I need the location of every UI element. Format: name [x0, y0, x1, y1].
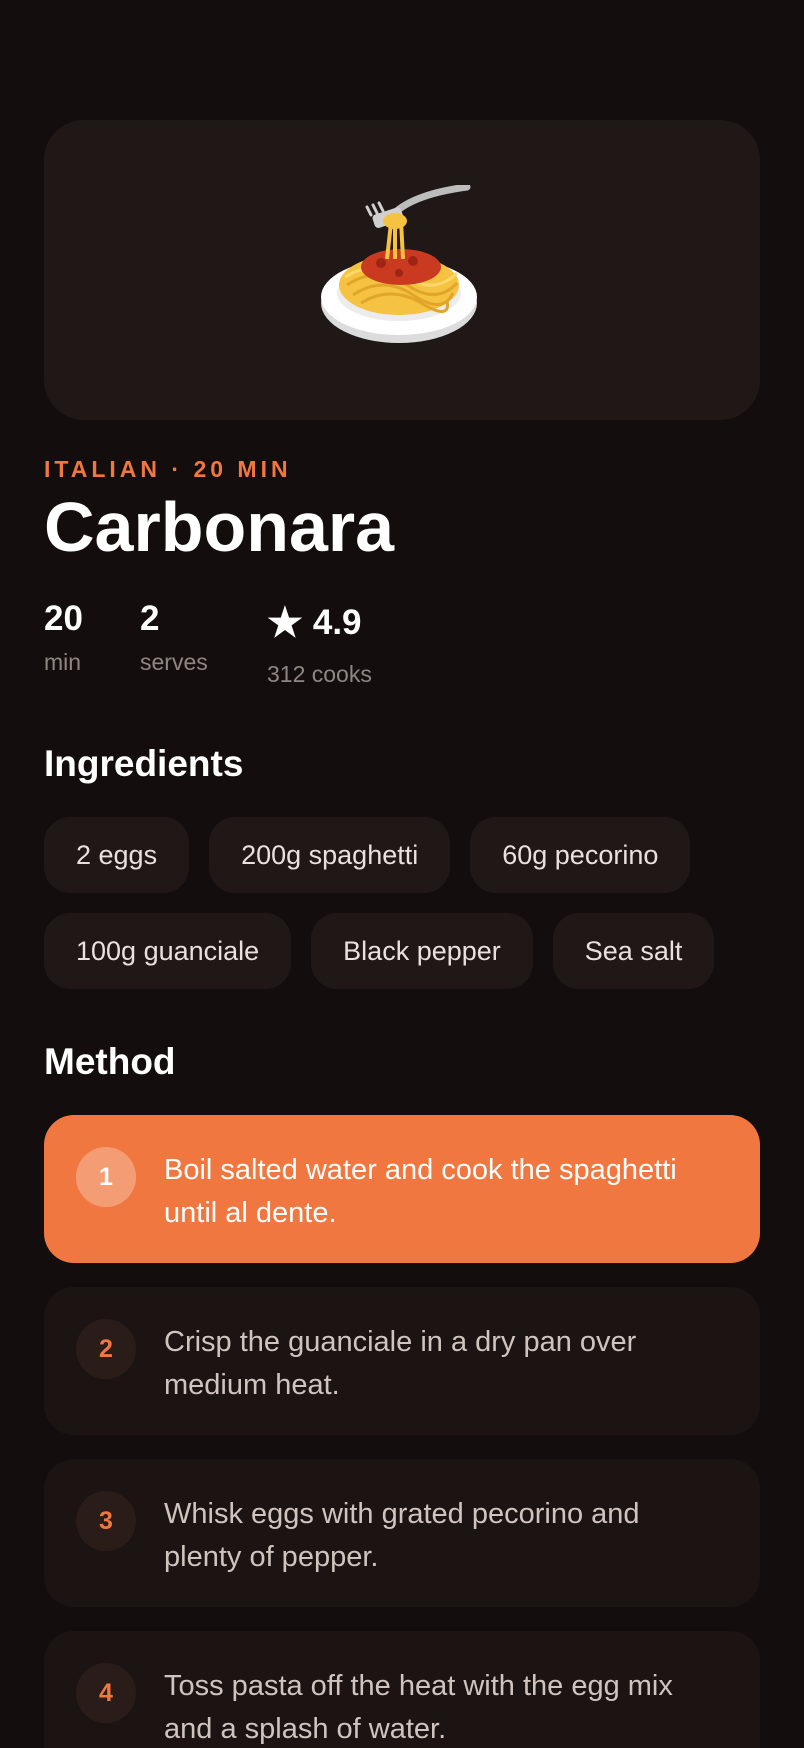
stat-serves-value: 2 — [140, 599, 160, 638]
recipe-meta: ITALIAN · 20 MIN — [44, 456, 292, 482]
step-text: Whisk eggs with grated pecorino and plen… — [164, 1498, 640, 1573]
rating-row: ★ 4.9 — [267, 601, 372, 645]
hero-image-card — [44, 120, 760, 420]
stat-time: 20 min — [44, 599, 140, 699]
ingredient-chip[interactable]: 200g spaghetti — [209, 817, 451, 893]
rating-count: 312 cooks — [267, 661, 372, 687]
recipe-stats: 20 min 2 serves ★ 4.9 312 cooks — [44, 599, 760, 699]
stat-serves: 2 serves — [140, 599, 267, 699]
ingredient-chip[interactable]: 2 eggs — [44, 817, 190, 893]
method-step-1[interactable]: 1 Boil salted water and cook the spaghet… — [44, 1115, 760, 1263]
step-text: Boil salted water and cook the spaghetti… — [164, 1154, 677, 1229]
step-text: Toss pasta off the heat with the egg mix… — [164, 1670, 673, 1745]
step-number: 2 — [76, 1319, 136, 1379]
method-heading: Method — [44, 1041, 176, 1082]
recipe-page: ITALIAN · 20 MIN Carbonara 20 min 2 serv… — [0, 0, 804, 1748]
method-step-3[interactable]: 3 Whisk eggs with grated pecorino and pl… — [44, 1459, 760, 1607]
step-number: 3 — [76, 1491, 136, 1551]
rating-value: 4.9 — [312, 603, 362, 642]
ingredients-list: 2 eggs 200g spaghetti 60g pecorino 100g … — [44, 817, 760, 989]
spaghetti-plate-icon — [321, 185, 477, 343]
ingredient-chip[interactable]: Black pepper — [311, 913, 533, 989]
ingredient-chip[interactable]: Sea salt — [552, 913, 715, 989]
stat-time-value: 20 — [44, 599, 83, 638]
ingredient-chip[interactable]: 60g pecorino — [470, 817, 691, 893]
method-steps: 1 Boil salted water and cook the spaghet… — [44, 1115, 760, 1748]
ingredient-chip[interactable]: 100g guanciale — [44, 913, 292, 989]
method-step-4[interactable]: 4 Toss pasta off the heat with the egg m… — [44, 1631, 760, 1748]
step-text: Crisp the guanciale in a dry pan over me… — [164, 1326, 637, 1401]
ingredients-heading: Ingredients — [44, 743, 244, 784]
step-number: 1 — [76, 1147, 136, 1207]
recipe-title: Carbonara — [44, 488, 395, 566]
stat-serves-label: serves — [140, 649, 208, 675]
method-step-2[interactable]: 2 Crisp the guanciale in a dry pan over … — [44, 1287, 760, 1435]
stat-rating: ★ 4.9 312 cooks — [267, 601, 372, 699]
star-icon: ★ — [267, 601, 303, 645]
stat-time-label: min — [44, 649, 82, 675]
step-number: 4 — [76, 1663, 136, 1723]
